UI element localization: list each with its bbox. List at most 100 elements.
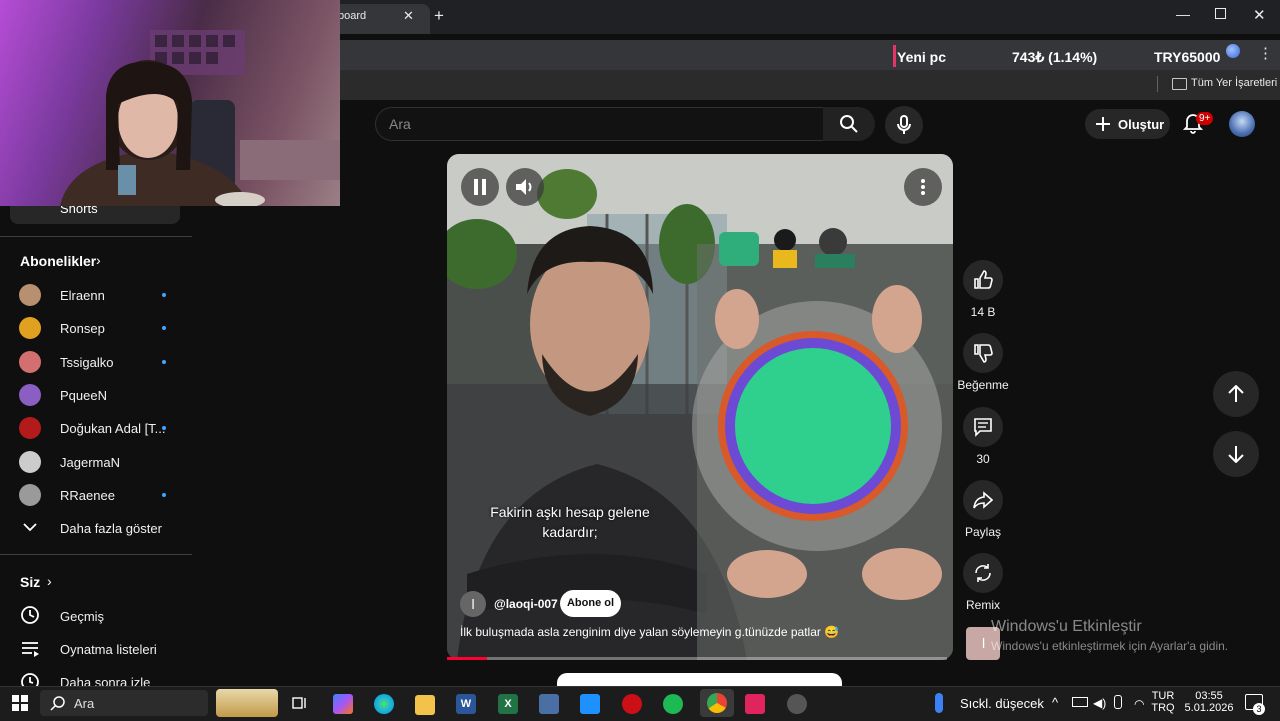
minimize-button[interactable]: —: [1176, 6, 1190, 22]
close-window-button[interactable]: ✕: [1253, 6, 1266, 24]
speaker-icon[interactable]: ◀): [1093, 696, 1106, 710]
spotify-icon[interactable]: [663, 694, 683, 714]
new-tab-button[interactable]: +: [434, 6, 444, 26]
channel-avatar[interactable]: [19, 483, 41, 506]
thumbs-down-icon: [974, 344, 993, 363]
previous-short-button[interactable]: [1213, 371, 1259, 417]
pocket-icon[interactable]: [745, 694, 765, 714]
copilot-icon[interactable]: [333, 694, 353, 714]
comments-button[interactable]: [963, 407, 1003, 447]
chevron-right-icon[interactable]: ›: [96, 252, 101, 268]
subscribe-button[interactable]: Abone ol: [560, 590, 621, 617]
language-indicator[interactable]: TUR TRQ: [1150, 690, 1176, 714]
battery-icon[interactable]: [1072, 697, 1088, 707]
sidebar-item-subscription[interactable]: Elraenn: [60, 288, 105, 303]
channel-avatar[interactable]: [19, 450, 41, 473]
search-button[interactable]: [823, 107, 875, 141]
thermometer-icon: [935, 693, 943, 713]
account-avatar[interactable]: [1229, 111, 1255, 137]
new-content-dot: [162, 492, 166, 497]
video-frame: [447, 154, 953, 660]
sidebar-item-history[interactable]: Geçmiş: [60, 609, 104, 624]
ticker-price: TRY65000: [1154, 49, 1221, 65]
create-label[interactable]: Oluştur: [1118, 117, 1164, 132]
obs-icon[interactable]: [787, 694, 807, 714]
webcam-image: [60, 30, 340, 206]
clock-time: 03:55: [1195, 690, 1223, 702]
comment-count: 30: [976, 452, 990, 466]
new-content-dot: [162, 359, 166, 364]
like-button[interactable]: [963, 260, 1003, 300]
tab-close-icon[interactable]: ✕: [403, 8, 414, 24]
ticker-change: 743₺ (1.14%): [1012, 49, 1098, 65]
activation-watermark-subtitle: Windows'u etkinleştirmek için Ayarlar'a …: [991, 639, 1229, 653]
wifi-icon[interactable]: ◠: [1134, 697, 1144, 711]
activation-watermark-title: Windows'u Etkinleştir: [991, 618, 1142, 635]
more-options-button[interactable]: [904, 168, 942, 206]
weather-widget[interactable]: Sıckl. düşecek: [960, 696, 1044, 711]
channel-avatar[interactable]: [19, 350, 41, 373]
search-highlight-icon[interactable]: [216, 689, 278, 717]
taskbar-search-text[interactable]: Ara: [74, 696, 94, 711]
subscriptions-heading[interactable]: Abonelikler: [20, 253, 96, 269]
language-bottom: TRQ: [1151, 702, 1175, 714]
file-explorer-icon[interactable]: [415, 695, 435, 715]
pause-button[interactable]: [461, 168, 499, 206]
dislike-label: Beğenme: [957, 378, 1009, 392]
sidebar-item-subscription[interactable]: Ronsep: [60, 321, 105, 336]
like-count: 14 B: [970, 305, 996, 319]
sidebar-item-subscription[interactable]: Doğukan Adal [T...: [60, 421, 166, 436]
short-video-player[interactable]: [447, 154, 953, 660]
subtitle-line: Fakirin aşkı hesap gelene: [490, 504, 650, 520]
sidebar-item-subscription[interactable]: RRaenee: [60, 488, 115, 503]
sidebar-item-subscription[interactable]: PqueeN: [60, 388, 107, 403]
sidebar-item-subscription[interactable]: Tssigalko: [60, 355, 113, 370]
clock[interactable]: 03:55 5.01.2026: [1180, 690, 1238, 714]
video-subtitle: Fakirin aşkı hesap gelene kadardır;: [452, 502, 688, 542]
opera-icon[interactable]: [622, 694, 642, 714]
sidebar-item-subscription[interactable]: JagermaN: [60, 455, 120, 470]
plus-icon: [1096, 117, 1110, 131]
you-heading[interactable]: Siz: [20, 574, 40, 590]
show-more-button[interactable]: Daha fazla göster: [60, 521, 162, 536]
search-input[interactable]: [375, 107, 825, 141]
chrome-active-button[interactable]: [700, 689, 734, 717]
video-caption[interactable]: İlk buluşmada asla zenginim diye yalan s…: [460, 625, 839, 639]
sidebar-item-playlists[interactable]: Oynatma listeleri: [60, 642, 157, 657]
word-icon[interactable]: W: [456, 694, 476, 714]
playlist-icon: [20, 639, 40, 662]
microphone-icon[interactable]: [1114, 695, 1122, 709]
excel-icon[interactable]: X: [498, 694, 518, 714]
more-vert-icon[interactable]: ⋮: [1258, 44, 1273, 62]
task-view-icon[interactable]: [292, 695, 308, 714]
store-icon[interactable]: [580, 694, 600, 714]
remix-button[interactable]: [963, 553, 1003, 593]
folder-icon[interactable]: [1172, 78, 1187, 90]
chevron-down-icon[interactable]: [22, 519, 38, 538]
next-short-button[interactable]: [1213, 431, 1259, 477]
all-bookmarks-link[interactable]: Tüm Yer İşaretleri: [1191, 77, 1277, 89]
edge-icon[interactable]: [374, 694, 394, 714]
channel-avatar[interactable]: [19, 284, 41, 306]
maximize-button[interactable]: [1215, 8, 1226, 19]
search-icon: [50, 695, 66, 714]
share-button[interactable]: [963, 480, 1003, 520]
windows-start-icon[interactable]: [12, 695, 28, 714]
globe-icon: [1226, 44, 1240, 58]
sidebar-divider: [0, 236, 192, 237]
voice-search-button[interactable]: [885, 106, 923, 144]
channel-avatar[interactable]: l: [460, 591, 486, 617]
chevron-right-icon[interactable]: ›: [47, 573, 52, 589]
progress-fill: [447, 657, 487, 660]
calculator-icon[interactable]: [539, 694, 559, 714]
progress-bar[interactable]: [447, 657, 947, 660]
remix-icon: [975, 564, 991, 582]
dislike-button[interactable]: [963, 333, 1003, 373]
channel-name[interactable]: @laoqi-007: [494, 597, 558, 611]
chevron-up-icon[interactable]: ^: [1052, 695, 1058, 710]
subtitle-line: kadardır;: [542, 524, 598, 540]
tab-title[interactable]: board: [338, 10, 366, 22]
volume-button[interactable]: [506, 168, 544, 206]
volume-icon: [516, 179, 532, 195]
channel-avatar[interactable]: [19, 383, 41, 406]
